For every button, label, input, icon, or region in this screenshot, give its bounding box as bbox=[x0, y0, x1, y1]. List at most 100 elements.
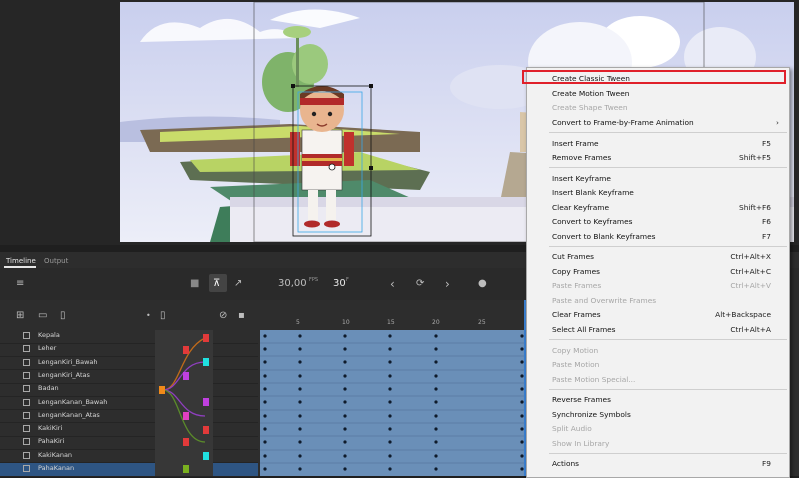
highlight-box bbox=[522, 70, 786, 84]
menu-item-shortcut: Shift+F6 bbox=[739, 203, 771, 212]
menu-item-convert-to-blank-keyframes[interactable]: Convert to Blank Keyframes F7 bbox=[527, 230, 789, 244]
ruler-tick: 5 bbox=[296, 319, 300, 326]
layer-icon bbox=[23, 371, 30, 379]
menu-item-clear-frames[interactable]: Clear Frames Alt+Backspace bbox=[527, 308, 789, 322]
layer-row[interactable]: LenganKanan_Bawah bbox=[0, 397, 258, 411]
layer-row[interactable]: PahaKiri bbox=[0, 436, 258, 451]
layer-icon bbox=[23, 332, 30, 339]
layer-row-selected[interactable]: PahaKanan bbox=[0, 463, 258, 477]
menu-item-insert-keyframe[interactable]: Insert Keyframe bbox=[527, 172, 789, 186]
menu-item-select-all-frames[interactable]: Select All Frames Ctrl+Alt+A bbox=[527, 323, 789, 337]
layer-icon bbox=[23, 411, 30, 419]
menu-item-convert-to-keyframes[interactable]: Convert to Keyframes F6 bbox=[527, 215, 789, 229]
layer-name: LenganKiri_Bawah bbox=[38, 357, 98, 366]
menu-item-shortcut: Ctrl+Alt+C bbox=[730, 267, 771, 276]
menu-item-label: Convert to Blank Keyframes bbox=[552, 232, 656, 241]
outline-icon[interactable]: ▯ bbox=[160, 310, 166, 322]
menu-item-label: Split Audio bbox=[552, 424, 592, 433]
menu-item-paste-frames: Paste Frames Ctrl+Alt+V bbox=[527, 279, 789, 293]
layer-row[interactable]: KakiKiri bbox=[0, 423, 258, 437]
prev-frame-icon[interactable]: ‹ bbox=[390, 278, 395, 290]
menu-item-create-shape-tween: Create Shape Tween bbox=[527, 101, 789, 115]
menu-item-copy-frames[interactable]: Copy Frames Ctrl+Alt+C bbox=[527, 265, 789, 279]
ruler-tick: 20 bbox=[432, 319, 440, 326]
menu-item-shortcut: F6 bbox=[762, 217, 771, 226]
layers-icon[interactable]: ≡ bbox=[16, 278, 24, 290]
delete-icon[interactable]: ▯ bbox=[60, 310, 66, 322]
menu-item-shortcut: F7 bbox=[762, 232, 771, 241]
frame-value[interactable]: 30 bbox=[333, 278, 346, 289]
layer-name: PahaKiri bbox=[38, 437, 65, 446]
menu-item-insert-blank-keyframe[interactable]: Insert Blank Keyframe bbox=[527, 186, 789, 200]
menu-item-shortcut: Shift+F5 bbox=[739, 153, 771, 162]
menu-item-shortcut: F5 bbox=[762, 139, 771, 148]
menu-item-create-motion-tween[interactable]: Create Motion Tween bbox=[527, 87, 789, 101]
menu-item-reverse-frames[interactable]: Reverse Frames bbox=[527, 393, 789, 407]
menu-separator bbox=[549, 339, 787, 340]
new-layer-icon[interactable]: ⊞ bbox=[16, 310, 24, 322]
layer-row[interactable]: Kepala bbox=[0, 330, 258, 344]
menu-item-label: Remove Frames bbox=[552, 153, 612, 162]
menu-separator bbox=[549, 132, 787, 133]
layer-name: Leher bbox=[38, 344, 57, 353]
frame-grid[interactable] bbox=[260, 330, 526, 476]
menu-item-label: Insert Blank Keyframe bbox=[552, 188, 634, 197]
menu-item-label: Synchronize Symbols bbox=[552, 410, 631, 419]
camera-icon[interactable]: ■ bbox=[190, 278, 199, 290]
fps-value[interactable]: 30,00 bbox=[278, 278, 307, 289]
menu-item-label: Insert Keyframe bbox=[552, 174, 611, 183]
menu-item-label: Copy Frames bbox=[552, 267, 600, 276]
context-menu: Create Classic Tween Create Motion Tween… bbox=[526, 67, 790, 478]
submenu-arrow-icon: › bbox=[776, 118, 779, 127]
menu-item-convert-frame-by-frame[interactable]: Convert to Frame-by-Frame Animation › bbox=[527, 116, 789, 130]
layer-name: PahaKanan bbox=[38, 464, 75, 472]
layer-row[interactable]: LenganKiri_Atas bbox=[0, 370, 258, 384]
menu-item-label: Select All Frames bbox=[552, 325, 616, 334]
menu-item-insert-frame[interactable]: Insert Frame F5 bbox=[527, 137, 789, 151]
tab-output[interactable]: Output bbox=[44, 254, 68, 268]
highlight-dot-icon[interactable]: • bbox=[146, 310, 151, 322]
menu-item-shortcut: Ctrl+Alt+X bbox=[730, 252, 771, 261]
lock-icon[interactable]: ▪ bbox=[238, 310, 245, 322]
menu-separator bbox=[549, 389, 787, 390]
menu-item-shortcut: Ctrl+Alt+V bbox=[730, 281, 771, 290]
menu-item-label: Create Motion Tween bbox=[552, 89, 630, 98]
frame-unit: F bbox=[346, 277, 349, 283]
layer-row[interactable]: LenganKiri_Bawah bbox=[0, 357, 258, 371]
layer-icon bbox=[23, 385, 30, 393]
menu-item-shortcut: Ctrl+Alt+A bbox=[730, 325, 771, 334]
layer-list: Kepala Leher LenganKiri_Bawah LenganKiri… bbox=[0, 330, 258, 477]
menu-item-remove-frames[interactable]: Remove Frames Shift+F5 bbox=[527, 151, 789, 165]
loop-icon[interactable]: ⟳ bbox=[416, 278, 424, 290]
menu-item-label: Convert to Keyframes bbox=[552, 217, 633, 226]
layer-row[interactable]: LenganKanan_Atas bbox=[0, 410, 258, 424]
onion-skin-icon[interactable]: ● bbox=[478, 278, 487, 290]
next-frame-icon[interactable]: › bbox=[445, 278, 450, 290]
menu-item-label: Paste Motion bbox=[552, 360, 600, 369]
menu-item-label: Reverse Frames bbox=[552, 395, 611, 404]
ruler-tick: 25 bbox=[478, 319, 486, 326]
menu-item-cut-frames[interactable]: Cut Frames Ctrl+Alt+X bbox=[527, 250, 789, 264]
graph-icon[interactable]: ↗ bbox=[234, 278, 242, 290]
layer-icon bbox=[23, 358, 30, 366]
layer-row[interactable]: KakiKanan bbox=[0, 450, 258, 464]
layer-name: LenganKanan_Atas bbox=[38, 410, 100, 419]
menu-item-label: Paste Frames bbox=[552, 281, 602, 290]
menu-item-paste-overwrite-frames: Paste and Overwrite Frames bbox=[527, 294, 789, 308]
ruler-tick: 15 bbox=[387, 319, 395, 326]
new-folder-icon[interactable]: ▭ bbox=[38, 310, 47, 322]
layer-row[interactable]: Badan bbox=[0, 383, 258, 397]
menu-item-clear-keyframe[interactable]: Clear Keyframe Shift+F6 bbox=[527, 201, 789, 215]
layer-icon bbox=[23, 438, 30, 446]
menu-item-label: Copy Motion bbox=[552, 346, 599, 355]
visibility-icon[interactable]: ⊘ bbox=[219, 310, 227, 322]
layer-row[interactable]: Leher bbox=[0, 343, 258, 357]
frame-ruler[interactable]: 5 10 15 20 25 bbox=[260, 314, 526, 330]
layer-name: LenganKiri_Atas bbox=[38, 370, 90, 379]
menu-item-copy-motion: Copy Motion bbox=[527, 344, 789, 358]
layer-icon bbox=[23, 398, 30, 406]
menu-item-synchronize-symbols[interactable]: Synchronize Symbols bbox=[527, 408, 789, 422]
menu-item-label: Paste Motion Special... bbox=[552, 375, 636, 384]
menu-item-actions[interactable]: Actions F9 bbox=[527, 457, 789, 471]
menu-item-label: Clear Keyframe bbox=[552, 203, 609, 212]
